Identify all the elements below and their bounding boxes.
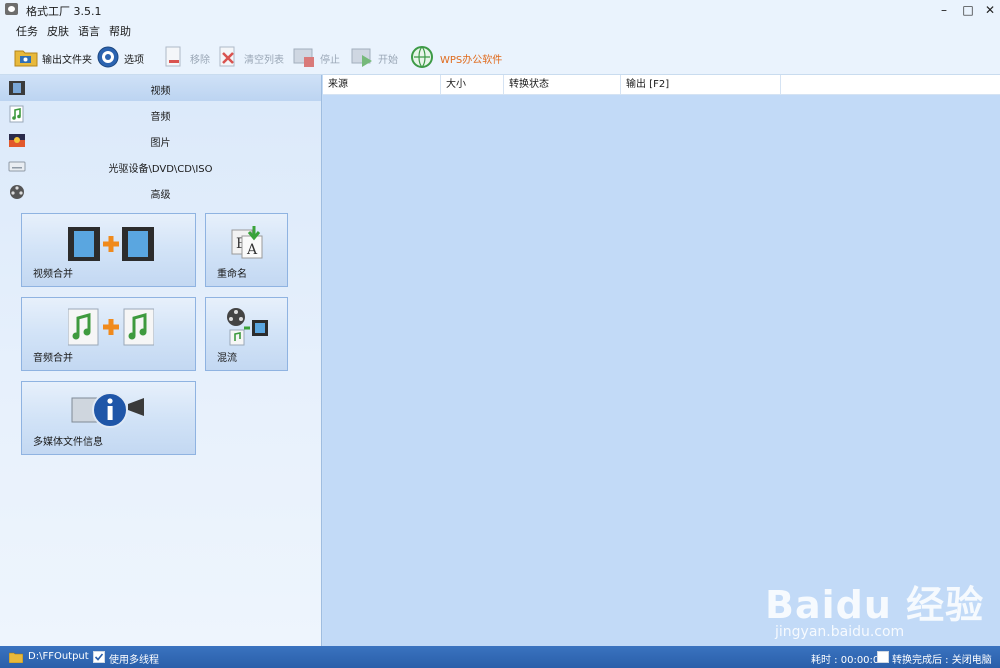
- minimize-button[interactable]: –: [932, 1, 956, 19]
- category-picture[interactable]: 图片: [0, 127, 321, 153]
- media-info-tile[interactable]: 多媒体文件信息: [21, 381, 196, 455]
- clear-list-button[interactable]: 清空列表: [216, 45, 284, 69]
- baidu-watermark: Baidu 经验 jingyan.baidu.com: [765, 560, 985, 645]
- after-done-checkbox[interactable]: [877, 651, 889, 663]
- menu-bar: 任务 皮肤 语言 帮助: [0, 20, 1000, 40]
- watermark-url: jingyan.baidu.com: [775, 624, 905, 640]
- media-info-icon: [71, 392, 144, 428]
- gear-icon: [97, 46, 119, 68]
- video-merge-tile[interactable]: 视频合并: [21, 213, 196, 287]
- left-panel: 视频 音频 图片 光驱设备\DVD\CD\ISO 高级 视频合并 B A 重命名…: [0, 75, 322, 646]
- stop-button[interactable]: 停止: [292, 45, 344, 69]
- after-done-label: 转换完成后 : 关闭电脑: [892, 655, 992, 666]
- category-advanced[interactable]: 高级: [0, 179, 321, 205]
- folder-icon: [14, 50, 38, 67]
- window-title: 格式工厂 3.5.1: [26, 5, 102, 18]
- mux-label: 混流: [217, 353, 237, 364]
- media-info-label: 多媒体文件信息: [33, 437, 103, 448]
- output-path: D:\FFOutput: [28, 651, 89, 662]
- document-remove-icon: [165, 46, 181, 67]
- column-size[interactable]: 大小: [441, 75, 504, 94]
- title-bar: 格式工厂 3.5.1 – □ ✕: [0, 0, 1000, 20]
- category-video[interactable]: 视频: [0, 75, 321, 101]
- remove-button[interactable]: 移除: [162, 45, 210, 69]
- start-button[interactable]: 开始: [350, 45, 402, 69]
- mux-tile[interactable]: 混流: [205, 297, 288, 371]
- audio-merge-label: 音频合并: [33, 353, 73, 364]
- app-icon: [5, 3, 18, 15]
- category-audio[interactable]: 音频: [0, 101, 321, 127]
- mux-icon: [227, 308, 268, 346]
- maximize-button[interactable]: □: [956, 1, 980, 19]
- column-status[interactable]: 转换状态: [504, 75, 621, 94]
- video-merge-label: 视频合并: [33, 269, 73, 280]
- multithread-checkbox[interactable]: [93, 651, 105, 663]
- close-button[interactable]: ✕: [978, 1, 1000, 19]
- column-output[interactable]: 输出 [F2]: [621, 75, 781, 94]
- rename-label: 重命名: [217, 269, 247, 280]
- output-folder-icon[interactable]: [9, 651, 23, 663]
- clear-list-icon: [219, 46, 235, 67]
- watermark-brand: Baidu 经验: [765, 583, 985, 627]
- audio-merge-icon: [68, 308, 154, 346]
- toolbar: 输出文件夹 选项 移除 清空列表 停止 开始 WPS办公软件: [0, 40, 1000, 75]
- rename-icon: B A: [231, 226, 263, 259]
- rename-tile[interactable]: B A 重命名: [205, 213, 288, 287]
- svg-text:A: A: [246, 242, 258, 258]
- video-merge-icon: [68, 227, 154, 261]
- status-bar: D:\FFOutput 使用多线程 耗时 : 00:00:00 转换完成后 : …: [0, 646, 1000, 668]
- checkmark-icon: [94, 653, 104, 661]
- options-button[interactable]: 选项: [96, 45, 146, 69]
- multithread-label: 使用多线程: [109, 655, 159, 666]
- menu-language[interactable]: 语言: [78, 23, 100, 39]
- wps-office-button[interactable]: WPS办公软件: [410, 45, 502, 69]
- output-folder-button[interactable]: 输出文件夹: [14, 45, 92, 69]
- elapsed-time: 耗时 : 00:00:00: [811, 655, 886, 666]
- category-optical-drive[interactable]: 光驱设备\DVD\CD\ISO: [0, 153, 321, 179]
- menu-task[interactable]: 任务: [16, 23, 38, 39]
- wps-globe-icon: [411, 46, 433, 68]
- stop-icon: [293, 48, 314, 67]
- menu-help[interactable]: 帮助: [109, 23, 131, 39]
- start-icon: [351, 48, 372, 67]
- tools-panel: 视频合并 B A 重命名 音频合并 混流 多媒体文件信息: [0, 205, 321, 646]
- audio-merge-tile[interactable]: 音频合并: [21, 297, 196, 371]
- menu-skin[interactable]: 皮肤: [47, 23, 69, 39]
- column-source[interactable]: 来源: [323, 75, 441, 94]
- task-list-header: 来源 大小 转换状态 输出 [F2]: [323, 75, 1000, 95]
